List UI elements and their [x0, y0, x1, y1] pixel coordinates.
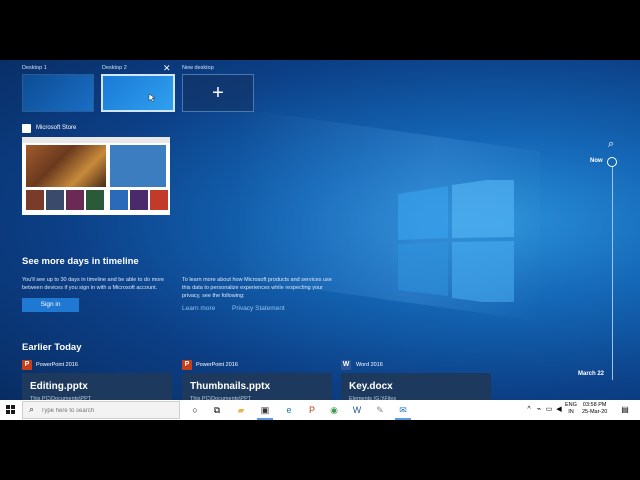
more-days-description: You'll see up to 30 days in timeline and…: [22, 277, 165, 291]
store-tile: [46, 190, 64, 210]
close-icon[interactable]: ✕: [163, 63, 171, 74]
app-name: PowerPoint 2016: [196, 362, 238, 368]
powerpoint-icon: P: [22, 360, 32, 370]
powerpoint-icon: P: [182, 360, 192, 370]
volume-icon[interactable]: ◀: [552, 403, 566, 417]
timeline-handle[interactable]: [607, 157, 617, 167]
cortana-icon[interactable]: ○: [188, 403, 202, 417]
settings-icon[interactable]: ✎: [373, 403, 387, 417]
timeline-date-label: March 22: [578, 371, 605, 377]
more-days-title: See more days in timeline: [22, 256, 139, 267]
store-tile: [150, 190, 168, 210]
store-tile: [66, 190, 84, 210]
taskbar: ⌕ ○ ⧉ ▰ ▣ e P ◉ W ✎ ✉ ^ ⌁ ▭ ◀ ENG IN 03:…: [0, 400, 640, 420]
powerpoint-icon[interactable]: P: [305, 403, 319, 417]
store-tile: [26, 190, 44, 210]
edge-icon[interactable]: e: [282, 403, 296, 417]
search-icon[interactable]: ⌕: [608, 138, 614, 151]
search-icon: ⌕: [29, 404, 35, 414]
store-activity-card[interactable]: [22, 137, 170, 215]
region-code: IN: [568, 409, 574, 415]
store-icon[interactable]: ▣: [258, 403, 272, 417]
timeline-scrollbar[interactable]: [612, 160, 613, 380]
document-title: Editing.pptx: [30, 381, 88, 392]
windows-icon: [11, 405, 15, 409]
desktop-2-label: Desktop 2: [102, 65, 127, 71]
time: 03:58 PM: [582, 402, 607, 408]
language-indicator[interactable]: ENG IN: [565, 402, 577, 416]
store-tile: [130, 190, 148, 210]
desktop-1-thumbnail[interactable]: [22, 74, 94, 112]
app-name: Word 2016: [356, 362, 383, 368]
earlier-today-heading: Earlier Today: [22, 342, 82, 353]
search-input[interactable]: [41, 405, 171, 416]
store-tile: [86, 190, 104, 210]
cursor-icon: [148, 93, 156, 103]
new-desktop-label: New desktop: [182, 65, 214, 71]
word-icon[interactable]: W: [350, 403, 364, 417]
active-indicator: [395, 418, 411, 420]
plus-icon: +: [212, 82, 224, 104]
chrome-icon[interactable]: ◉: [327, 403, 341, 417]
document-title: Thumbnails.pptx: [190, 381, 270, 392]
windows-icon: [11, 410, 15, 414]
store-side-panel: [110, 145, 166, 187]
windows-icon: [6, 405, 10, 409]
sign-in-button[interactable]: Sign in: [22, 298, 79, 312]
privacy-statement-link[interactable]: Privacy Statement: [232, 305, 285, 312]
task-view-icon[interactable]: ⧉: [210, 403, 224, 417]
app-name: PowerPoint 2016: [36, 362, 78, 368]
clock[interactable]: 03:58 PM 25-Mar-20: [582, 402, 607, 416]
active-indicator: [257, 418, 273, 420]
windows-icon: [6, 410, 10, 414]
store-hero-image: [26, 145, 106, 187]
windows-logo-wallpaper: [398, 180, 514, 302]
timeline-now-label: Now: [590, 158, 603, 164]
desktop-2-thumbnail[interactable]: [101, 74, 175, 112]
start-button[interactable]: [0, 400, 22, 420]
timeline-view: Desktop 1 Desktop 2 New desktop ✕ + Micr…: [0, 60, 640, 420]
mail-icon[interactable]: ✉: [396, 403, 410, 417]
learn-more-link[interactable]: Learn more: [182, 305, 215, 312]
file-explorer-icon[interactable]: ▰: [234, 403, 248, 417]
date: 25-Mar-20: [582, 409, 608, 415]
store-tile: [110, 190, 128, 210]
desktop-1-label: Desktop 1: [22, 65, 47, 71]
word-icon: W: [341, 360, 351, 370]
store-header-bar: [22, 137, 170, 143]
store-label: Microsoft Store: [36, 125, 77, 131]
store-icon: [22, 124, 31, 133]
document-title: Key.docx: [349, 381, 393, 392]
language-code: ENG: [565, 402, 577, 408]
notification-icon[interactable]: ▤: [618, 403, 632, 417]
taskbar-search[interactable]: ⌕: [22, 401, 180, 419]
privacy-description: To learn more about how Microsoft produc…: [182, 277, 332, 299]
new-desktop-button[interactable]: +: [182, 74, 254, 112]
